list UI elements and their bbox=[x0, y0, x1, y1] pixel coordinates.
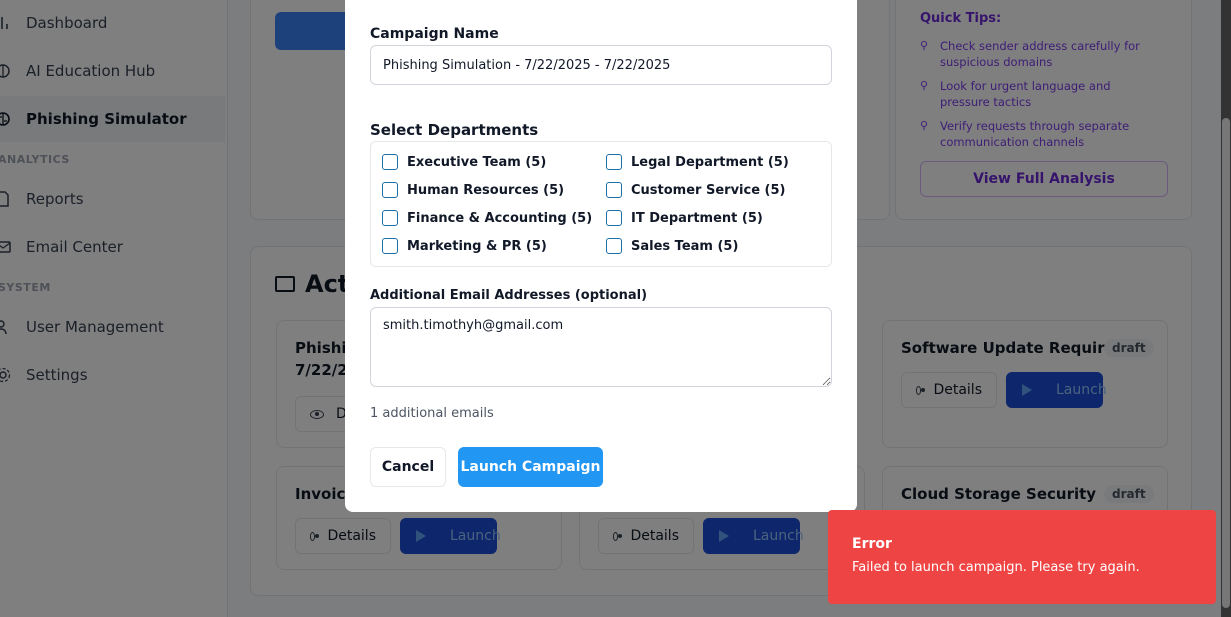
department-label: Finance & Accounting (5) bbox=[407, 210, 593, 226]
department-checkbox-customer-service[interactable]: Customer Service (5) bbox=[606, 182, 785, 198]
additional-emails-count: 1 additional emails bbox=[370, 406, 494, 421]
checkbox[interactable] bbox=[382, 238, 398, 254]
checkbox[interactable] bbox=[606, 154, 622, 170]
cancel-button[interactable]: Cancel bbox=[370, 447, 446, 487]
department-label: Sales Team (5) bbox=[631, 238, 739, 254]
department-checkbox-legal[interactable]: Legal Department (5) bbox=[606, 154, 789, 170]
departments-list: Executive Team (5) Legal Department (5) … bbox=[370, 141, 832, 267]
checkbox[interactable] bbox=[382, 182, 398, 198]
department-label: IT Department (5) bbox=[631, 210, 763, 226]
scrollbar-thumb[interactable] bbox=[1222, 118, 1230, 608]
department-label: Marketing & PR (5) bbox=[407, 238, 547, 254]
department-checkbox-hr[interactable]: Human Resources (5) bbox=[382, 182, 564, 198]
checkbox[interactable] bbox=[606, 238, 622, 254]
department-checkbox-marketing[interactable]: Marketing & PR (5) bbox=[382, 238, 547, 254]
error-toast: Error Failed to launch campaign. Please … bbox=[828, 510, 1216, 604]
checkbox[interactable] bbox=[382, 210, 398, 226]
department-checkbox-it[interactable]: IT Department (5) bbox=[606, 210, 763, 226]
department-label: Customer Service (5) bbox=[631, 182, 786, 198]
department-checkbox-sales[interactable]: Sales Team (5) bbox=[606, 238, 738, 254]
department-label: Executive Team (5) bbox=[407, 154, 547, 170]
select-departments-label: Select Departments bbox=[370, 121, 539, 139]
department-label: Legal Department (5) bbox=[631, 154, 789, 170]
department-checkbox-executive[interactable]: Executive Team (5) bbox=[382, 154, 546, 170]
checkbox[interactable] bbox=[382, 154, 398, 170]
department-label: Human Resources (5) bbox=[407, 182, 565, 198]
toast-message: Failed to launch campaign. Please try ag… bbox=[852, 560, 1140, 575]
campaign-name-label: Campaign Name bbox=[370, 26, 499, 42]
checkbox[interactable] bbox=[606, 182, 622, 198]
additional-emails-label: Additional Email Addresses (optional) bbox=[370, 288, 648, 303]
campaign-name-input[interactable] bbox=[370, 45, 832, 85]
checkbox[interactable] bbox=[606, 210, 622, 226]
toast-title: Error bbox=[852, 536, 892, 552]
launch-campaign-button[interactable]: Launch Campaign bbox=[458, 447, 603, 487]
scrollbar[interactable] bbox=[1221, 0, 1231, 617]
launch-campaign-modal: Campaign Name Select Departments Executi… bbox=[345, 0, 857, 512]
additional-emails-textarea[interactable]: smith.timothyh@gmail.com bbox=[370, 307, 832, 387]
department-checkbox-finance[interactable]: Finance & Accounting (5) bbox=[382, 210, 592, 226]
